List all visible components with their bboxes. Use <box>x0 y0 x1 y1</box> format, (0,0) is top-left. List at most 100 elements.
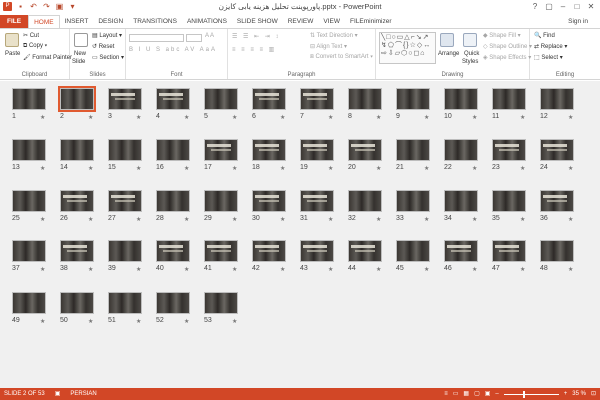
slide-thumbnail[interactable] <box>300 240 334 262</box>
shape-fill-button[interactable]: ◆ Shape Fill ▾ <box>483 32 521 39</box>
slide-thumbnail[interactable] <box>492 139 526 161</box>
transition-star-icon[interactable]: ★ <box>328 165 333 172</box>
slide-thumbnail[interactable] <box>396 190 430 212</box>
slide-thumbnail[interactable] <box>12 292 46 314</box>
ribbon-display-options-button[interactable]: ▢ <box>542 0 556 13</box>
transition-star-icon[interactable]: ★ <box>232 165 237 172</box>
slide-thumbnail[interactable] <box>12 88 46 110</box>
slide-thumbnail[interactable] <box>108 139 142 161</box>
transition-star-icon[interactable]: ★ <box>520 114 525 121</box>
zoom-level[interactable]: 35 % <box>572 388 586 400</box>
transition-star-icon[interactable]: ★ <box>376 216 381 223</box>
shape-effects-button[interactable]: ◈ Shape Effects ▾ <box>483 54 531 61</box>
transition-star-icon[interactable]: ★ <box>40 318 45 325</box>
transition-star-icon[interactable]: ★ <box>184 165 189 172</box>
transition-star-icon[interactable]: ★ <box>40 165 45 172</box>
transition-star-icon[interactable]: ★ <box>328 266 333 273</box>
layout-button[interactable]: ▤ Layout ▾ <box>92 32 122 39</box>
notes-icon[interactable]: ≡ <box>444 388 448 400</box>
slide-thumbnail[interactable] <box>300 139 334 161</box>
transition-star-icon[interactable]: ★ <box>184 318 189 325</box>
transition-star-icon[interactable]: ★ <box>280 165 285 172</box>
transition-star-icon[interactable]: ★ <box>280 266 285 273</box>
transition-star-icon[interactable]: ★ <box>472 114 477 121</box>
transition-star-icon[interactable]: ★ <box>568 266 573 273</box>
slide-thumbnail[interactable] <box>108 190 142 212</box>
transition-star-icon[interactable]: ★ <box>136 266 141 273</box>
slide-thumbnail[interactable] <box>300 190 334 212</box>
new-slide-icon[interactable] <box>74 33 88 47</box>
slide-thumbnail[interactable] <box>108 292 142 314</box>
tab-view[interactable]: VIEW <box>318 15 345 28</box>
zoom-in-button[interactable]: + <box>564 388 568 400</box>
tab-file[interactable]: FILE <box>0 15 29 28</box>
slide-thumbnail[interactable] <box>396 240 430 262</box>
slide-thumbnail[interactable] <box>300 88 334 110</box>
slide-thumbnail[interactable] <box>444 240 478 262</box>
slideshow-view-icon[interactable]: ▣ <box>485 388 491 400</box>
slide-thumbnail[interactable] <box>156 88 190 110</box>
reading-view-icon[interactable]: ▢ <box>474 388 480 400</box>
slide-thumbnail[interactable] <box>540 88 574 110</box>
slide-thumbnail[interactable] <box>252 139 286 161</box>
alignment-buttons[interactable]: ≡ ≡ ≡ ≡ ▥ <box>232 46 276 53</box>
transition-star-icon[interactable]: ★ <box>232 318 237 325</box>
slide-thumbnail[interactable] <box>348 88 382 110</box>
transition-star-icon[interactable]: ★ <box>40 114 45 121</box>
transition-star-icon[interactable]: ★ <box>88 318 93 325</box>
transition-star-icon[interactable]: ★ <box>280 216 285 223</box>
tab-fileminimizer[interactable]: FILEminimizer <box>345 15 397 28</box>
transition-star-icon[interactable]: ★ <box>472 165 477 172</box>
text-direction-button[interactable]: ⇅ Text Direction ▾ <box>310 32 358 39</box>
slide-thumbnail[interactable] <box>156 139 190 161</box>
quick-styles-button[interactable]: Quick <box>464 51 479 57</box>
reset-button[interactable]: ↺ Reset <box>92 43 114 50</box>
transition-star-icon[interactable]: ★ <box>424 165 429 172</box>
shapes-gallery[interactable]: ╲□○▭△⌐↘↗ ↯⬠⌒{}☆◇↔ ⇨⇩▱⬡○◻⌂ <box>379 32 436 64</box>
transition-star-icon[interactable]: ★ <box>184 266 189 273</box>
align-text-button[interactable]: ⊟ Align Text ▾ <box>310 43 347 50</box>
arrange-button[interactable]: Arrange <box>438 51 459 57</box>
slide-thumbnail[interactable] <box>60 240 94 262</box>
cut-button[interactable]: ✂ Cut <box>23 32 39 39</box>
close-button[interactable]: ✕ <box>584 0 598 13</box>
slide-thumbnail[interactable] <box>396 88 430 110</box>
tab-insert[interactable]: INSERT <box>60 15 94 28</box>
transition-star-icon[interactable]: ★ <box>232 266 237 273</box>
transition-star-icon[interactable]: ★ <box>376 266 381 273</box>
transition-star-icon[interactable]: ★ <box>232 114 237 121</box>
slide-thumbnail[interactable] <box>492 190 526 212</box>
tab-transitions[interactable]: TRANSITIONS <box>128 15 182 28</box>
slide-thumbnail[interactable] <box>492 88 526 110</box>
replace-button[interactable]: ⇄ Replace ▾ <box>534 43 567 50</box>
section-button[interactable]: ▭ Section ▾ <box>92 54 124 61</box>
slide-thumbnail[interactable] <box>348 190 382 212</box>
slide-thumbnail[interactable] <box>204 88 238 110</box>
font-color-icon[interactable]: A <box>211 47 215 53</box>
transition-star-icon[interactable]: ★ <box>520 266 525 273</box>
new-slide-button[interactable]: New <box>74 51 86 57</box>
zoom-out-button[interactable]: – <box>495 388 498 400</box>
slide-thumbnail[interactable] <box>108 240 142 262</box>
grow-shrink-font-icon[interactable]: A A <box>205 33 214 39</box>
font-size-combo[interactable] <box>186 34 202 42</box>
transition-star-icon[interactable]: ★ <box>280 114 285 121</box>
tab-animations[interactable]: ANIMATIONS <box>182 15 232 28</box>
slide-thumbnail[interactable] <box>204 190 238 212</box>
copy-button[interactable]: ⧉ Copy ▾ <box>23 43 47 50</box>
find-button[interactable]: 🔍 Find <box>534 32 555 39</box>
slide-thumbnail[interactable] <box>204 240 238 262</box>
slide-thumbnail[interactable] <box>444 139 478 161</box>
transition-star-icon[interactable]: ★ <box>424 216 429 223</box>
language-indicator[interactable]: PERSIAN <box>70 388 96 400</box>
transition-star-icon[interactable]: ★ <box>136 165 141 172</box>
slide-thumbnail[interactable] <box>252 240 286 262</box>
slide-sorter[interactable]: 1 ★ 2 ★ 3 ★ 4 ★ 5 ★ 6 ★ 7 ★ 8 ★ 9 ★ 10 ★ 11 ★ 12 ★ 13 ★ 14 ★ 15 ★ 16 ★ 1… <box>0 81 600 388</box>
tab-review[interactable]: REVIEW <box>283 15 319 28</box>
tab-design[interactable]: DESIGN <box>93 15 128 28</box>
slide-thumbnail[interactable] <box>396 139 430 161</box>
select-button[interactable]: ⬚ Select ▾ <box>534 54 563 61</box>
convert-smartart-button[interactable]: ⧈ Convert to SmartArt ▾ <box>310 54 373 61</box>
slide-thumbnail[interactable] <box>492 240 526 262</box>
slide-thumbnail[interactable] <box>12 139 46 161</box>
